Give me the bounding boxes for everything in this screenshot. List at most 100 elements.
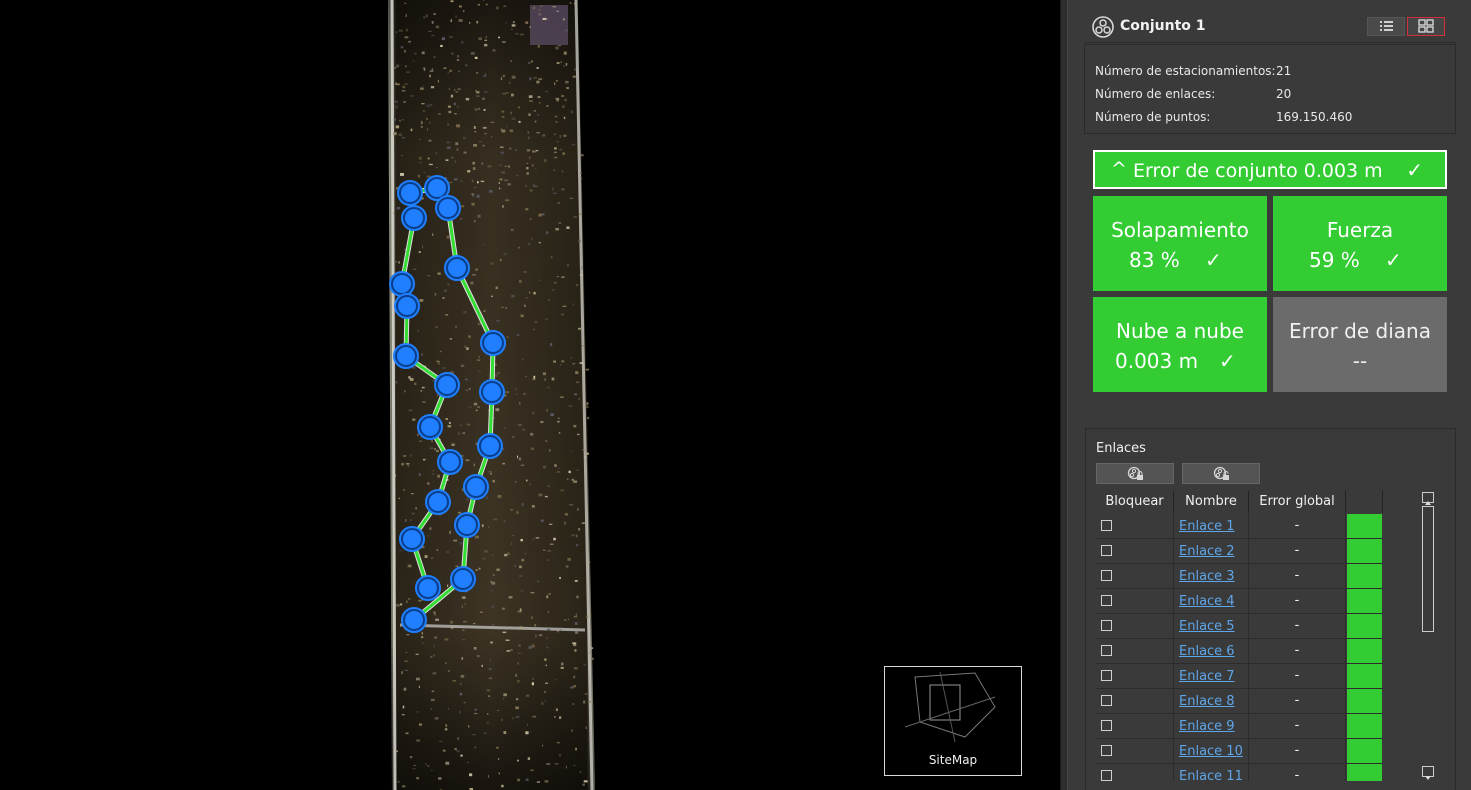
scroll-thumb[interactable]: [1422, 506, 1434, 632]
tile-target-error[interactable]: Error de diana --: [1273, 297, 1447, 392]
global-error-value: -: [1294, 743, 1300, 758]
link-name[interactable]: Enlace 11: [1179, 769, 1243, 781]
stat-label: Número de estacionamientos:: [1095, 64, 1276, 78]
status-indicator: [1347, 664, 1382, 688]
unlock-cluster-icon: [1213, 466, 1229, 480]
status-indicator: [1347, 764, 1382, 781]
list-view-button[interactable]: [1367, 17, 1405, 36]
lock-checkbox[interactable]: [1101, 545, 1112, 556]
table-row[interactable]: Enlace 8 -: [1096, 689, 1439, 714]
table-row[interactable]: Enlace 4 -: [1096, 589, 1439, 614]
tile-cloud-to-cloud[interactable]: Nube a nube 0.003 m ✓: [1093, 297, 1267, 392]
point-cloud-viewport[interactable]: SiteMap: [0, 0, 1060, 790]
lock-checkbox[interactable]: [1101, 520, 1112, 531]
tile-title: Nube a nube: [1116, 319, 1244, 343]
status-indicator: [1347, 739, 1382, 763]
status-cell: [1346, 739, 1383, 764]
global-error-value: -: [1294, 718, 1300, 733]
column-header-global-error[interactable]: Error global: [1249, 491, 1346, 513]
name-cell: Enlace 8: [1174, 689, 1249, 714]
lock-cell: [1096, 614, 1174, 639]
column-header-lock[interactable]: Bloquear: [1096, 491, 1174, 513]
column-header-status[interactable]: [1346, 491, 1383, 513]
link-name[interactable]: Enlace 6: [1179, 644, 1235, 659]
lock-cell: [1096, 639, 1174, 664]
lock-checkbox[interactable]: [1101, 720, 1112, 731]
scroll-up-arrow[interactable]: [1422, 492, 1434, 505]
lock-checkbox[interactable]: [1101, 570, 1112, 581]
table-row[interactable]: Enlace 6 -: [1096, 639, 1439, 664]
link-name[interactable]: Enlace 5: [1179, 619, 1235, 634]
lock-cell: [1096, 564, 1174, 589]
lock-cell: [1096, 689, 1174, 714]
link-name[interactable]: Enlace 7: [1179, 669, 1235, 684]
lock-checkbox[interactable]: [1101, 770, 1112, 781]
global-error-value: -: [1294, 768, 1300, 781]
error-cell: -: [1249, 639, 1346, 664]
tile-value: 0.003 m: [1115, 349, 1199, 373]
link-name[interactable]: Enlace 10: [1179, 744, 1243, 759]
global-error-value: -: [1294, 643, 1300, 658]
link-name[interactable]: Enlace 4: [1179, 594, 1235, 609]
lock-checkbox[interactable]: [1101, 745, 1112, 756]
status-indicator: [1347, 689, 1382, 713]
group-header: Conjunto 1: [1084, 8, 1456, 43]
error-cell: -: [1249, 664, 1346, 689]
tile-title: Solapamiento: [1111, 218, 1249, 242]
links-table-scrollbar[interactable]: [1420, 492, 1436, 780]
lock-checkbox[interactable]: [1101, 670, 1112, 681]
table-row[interactable]: Enlace 5 -: [1096, 614, 1439, 639]
table-row[interactable]: Enlace 3 -: [1096, 564, 1439, 589]
link-name[interactable]: Enlace 8: [1179, 694, 1235, 709]
error-cell: -: [1249, 714, 1346, 739]
status-cell: [1346, 589, 1383, 614]
status-cell: [1346, 764, 1383, 781]
name-cell: Enlace 4: [1174, 589, 1249, 614]
grid-view-button[interactable]: [1407, 17, 1445, 36]
status-indicator: [1347, 539, 1382, 563]
lock-cell: [1096, 714, 1174, 739]
lock-checkbox[interactable]: [1101, 595, 1112, 606]
global-error-value: -: [1294, 518, 1300, 533]
lock-cell: [1096, 664, 1174, 689]
table-row[interactable]: Enlace 7 -: [1096, 664, 1439, 689]
column-header-name[interactable]: Nombre: [1174, 491, 1249, 513]
table-row[interactable]: Enlace 1 -: [1096, 514, 1439, 539]
lock-links-button[interactable]: [1096, 463, 1174, 484]
name-cell: Enlace 1: [1174, 514, 1249, 539]
error-cell: -: [1249, 689, 1346, 714]
link-name[interactable]: Enlace 3: [1179, 569, 1235, 584]
tile-strength[interactable]: Fuerza 59 % ✓: [1273, 196, 1447, 291]
table-row[interactable]: Enlace 10 -: [1096, 739, 1439, 764]
set-error-toggle[interactable]: ^ Error de conjunto 0.003 m ✓: [1093, 150, 1447, 189]
tile-overlap[interactable]: Solapamiento 83 % ✓: [1093, 196, 1267, 291]
name-cell: Enlace 2: [1174, 539, 1249, 564]
panel-splitter[interactable]: [1060, 0, 1068, 790]
name-cell: Enlace 9: [1174, 714, 1249, 739]
scroll-down-arrow[interactable]: [1422, 766, 1434, 780]
link-name[interactable]: Enlace 2: [1179, 544, 1235, 559]
error-cell: -: [1249, 564, 1346, 589]
sitemap-preview: [904, 671, 996, 743]
global-error-value: -: [1294, 693, 1300, 708]
lock-checkbox[interactable]: [1101, 620, 1112, 631]
name-cell: Enlace 5: [1174, 614, 1249, 639]
sitemap-minimap[interactable]: SiteMap: [884, 666, 1022, 776]
unlock-links-button[interactable]: [1182, 463, 1260, 484]
lock-checkbox[interactable]: [1101, 695, 1112, 706]
table-row[interactable]: Enlace 11 -: [1096, 764, 1439, 781]
status-cell: [1346, 514, 1383, 539]
check-icon: ✓: [1406, 158, 1423, 182]
table-row[interactable]: Enlace 9 -: [1096, 714, 1439, 739]
name-cell: Enlace 11: [1174, 764, 1249, 781]
lock-checkbox[interactable]: [1101, 645, 1112, 656]
link-name[interactable]: Enlace 1: [1179, 519, 1235, 534]
set-error-label: Error de conjunto 0.003 m: [1133, 160, 1383, 182]
status-cell: [1346, 664, 1383, 689]
check-icon: ✓: [1385, 248, 1402, 272]
tile-value: 59 %: [1309, 248, 1360, 272]
error-cell: -: [1249, 739, 1346, 764]
name-cell: Enlace 10: [1174, 739, 1249, 764]
table-row[interactable]: Enlace 2 -: [1096, 539, 1439, 564]
link-name[interactable]: Enlace 9: [1179, 719, 1235, 734]
